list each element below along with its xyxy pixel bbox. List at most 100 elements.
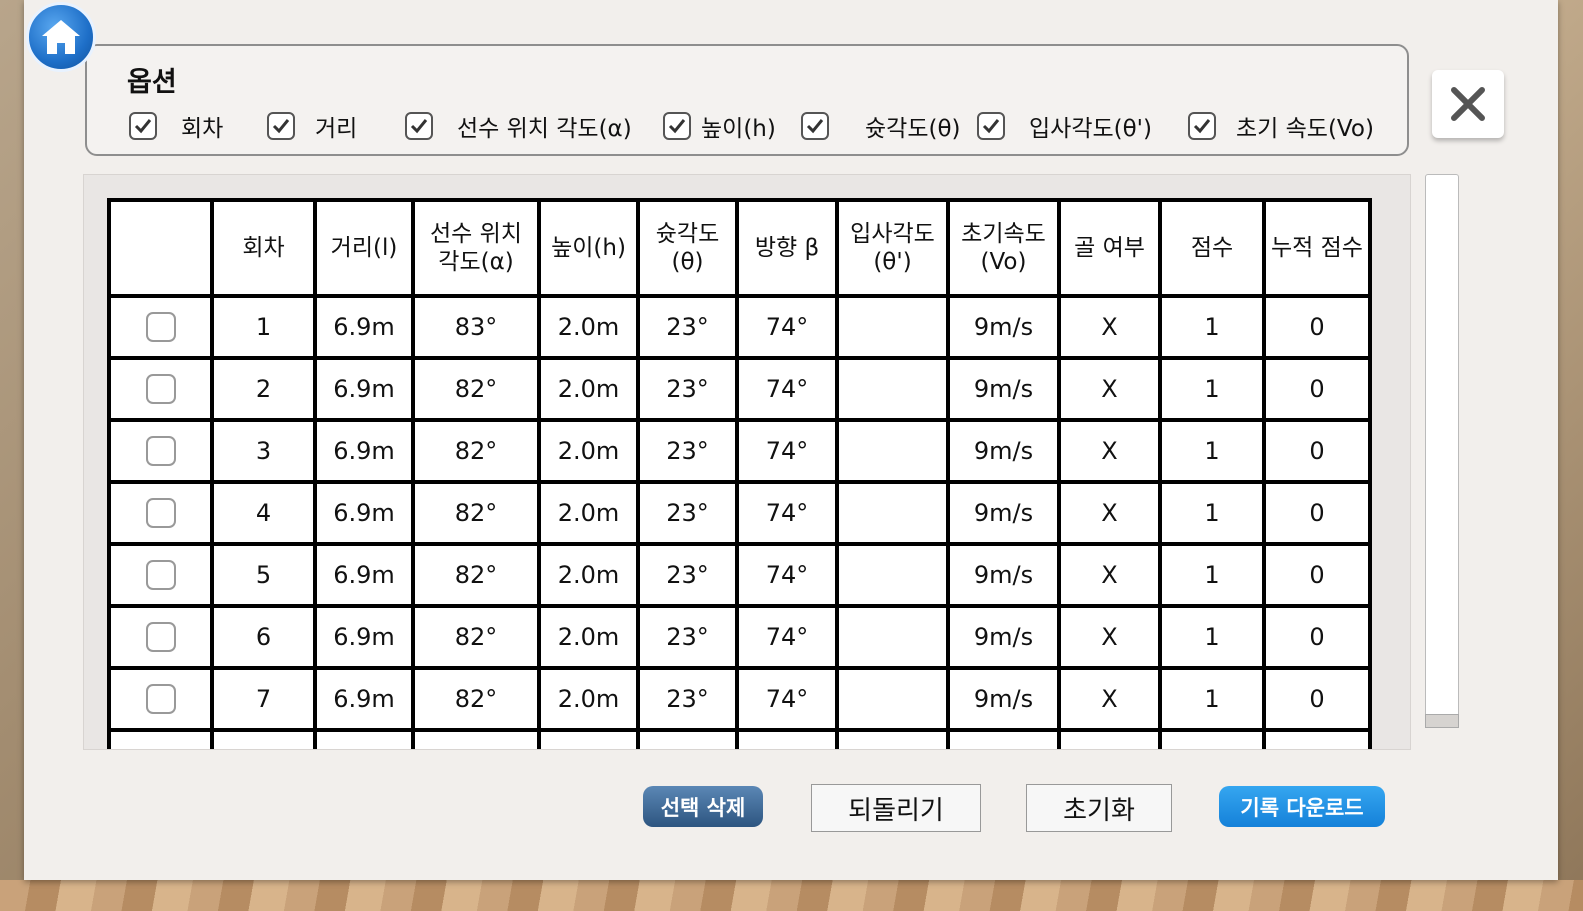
table-cell: 0 — [1262, 666, 1372, 732]
table-cell: 2.0m — [537, 418, 640, 484]
table-cell: 82° — [411, 418, 541, 484]
table-cell: 6.9m — [313, 480, 415, 546]
table-cell: 9m/s — [946, 418, 1061, 484]
table-cell: 74° — [735, 480, 839, 546]
option-distance-checkbox[interactable] — [267, 112, 295, 140]
table-cell — [107, 480, 214, 546]
option-shot-angle[interactable]: 슛각도(θ) — [839, 110, 961, 142]
check-icon — [410, 119, 428, 134]
home-button[interactable] — [26, 2, 96, 72]
table-cell: 0 — [1262, 604, 1372, 670]
row-select-checkbox[interactable] — [145, 436, 176, 466]
table-cell — [835, 356, 950, 422]
table-cell: 0 — [1262, 480, 1372, 546]
close-icon — [1451, 87, 1485, 121]
option-initial-speed[interactable]: 초기 속도(Vo) — [1188, 110, 1374, 142]
option-round[interactable]: 회차 — [129, 110, 223, 142]
table-row: 6 6.9m 82° 2.0m 23° 74° 9m/s X 1 0 — [107, 604, 1372, 670]
table-header-cell: 누적 점수 — [1262, 198, 1372, 298]
option-height[interactable]: 높이(h) — [663, 110, 776, 142]
table-cell: 23° — [636, 294, 739, 360]
option-round-checkbox[interactable] — [129, 112, 157, 140]
undo-button[interactable]: 되돌리기 — [811, 784, 981, 832]
table-cell: 23° — [636, 604, 739, 670]
table-row: 1 6.9m 83° 2.0m 23° 74° 9m/s X 1 0 — [107, 294, 1372, 360]
table-cell: 23° — [636, 356, 739, 422]
table-cell: 9m/s — [946, 480, 1061, 546]
option-shot-angle-label: 슛각도(θ) — [865, 116, 961, 142]
table-cell: X — [1057, 666, 1162, 732]
option-player-angle-label: 선수 위치 각도(α) — [457, 116, 632, 142]
table-cell: 9m/s — [946, 604, 1061, 670]
option-incidence-angle-checkbox[interactable] — [977, 112, 1005, 140]
delete-selected-button[interactable]: 선택 삭제 — [643, 786, 763, 827]
row-select-checkbox[interactable] — [145, 560, 176, 590]
table-cell: 82° — [411, 480, 541, 546]
table-cell: 82° — [411, 542, 541, 608]
table-cell: 9m/s — [946, 356, 1061, 422]
table-cell — [107, 294, 214, 360]
option-player-angle[interactable]: 선수 위치 각도(α) — [405, 110, 632, 142]
table-cell: 6.9m — [313, 356, 415, 422]
table-scrollbar[interactable] — [1425, 174, 1459, 728]
table-cell: 1 — [1158, 604, 1266, 670]
table-cell: 74° — [735, 356, 839, 422]
option-incidence-angle[interactable]: 입사각도(θ') — [977, 110, 1152, 142]
table-cell — [835, 418, 950, 484]
table-cell: X — [1057, 356, 1162, 422]
table-header-cell: 선수 위치 각도(α) — [411, 198, 541, 298]
table-row: 5 6.9m 82° 2.0m 23° 74° 9m/s X 1 0 — [107, 542, 1372, 608]
option-distance[interactable]: 거리 — [267, 110, 357, 142]
table-cell: 74° — [735, 418, 839, 484]
table-header-cell: 입사각도 (θ') — [835, 198, 950, 298]
download-records-button[interactable]: 기록 다운로드 — [1219, 786, 1385, 827]
table-cell: 2.0m — [537, 604, 640, 670]
reset-button[interactable]: 초기화 — [1026, 784, 1172, 832]
table-cell: 74° — [735, 604, 839, 670]
check-icon — [668, 119, 686, 134]
row-select-checkbox[interactable] — [145, 498, 176, 528]
table-cell — [313, 728, 415, 749]
table-header-row: 회차 거리(l) 선수 위치 각도(α) 높이(h) 슛각도 (θ) 방향 β 입사각도 (… — [107, 198, 1372, 298]
table-cell: 82° — [411, 666, 541, 732]
option-extra-checkbox[interactable] — [801, 112, 829, 140]
table-cell: 23° — [636, 418, 739, 484]
row-select-checkbox[interactable] — [145, 374, 176, 404]
table-cell — [1057, 728, 1162, 749]
table-cell: 5 — [210, 542, 317, 608]
option-height-checkbox[interactable] — [663, 112, 691, 140]
option-initial-speed-checkbox[interactable] — [1188, 112, 1216, 140]
row-select-checkbox[interactable] — [145, 684, 176, 714]
option-incidence-angle-label: 입사각도(θ') — [1029, 116, 1152, 142]
check-icon — [134, 119, 152, 134]
row-select-checkbox[interactable] — [145, 622, 176, 652]
table-cell — [210, 728, 317, 749]
table-header-cell: 방향 β — [735, 198, 839, 298]
table-cell — [636, 728, 739, 749]
table-cell: 2.0m — [537, 542, 640, 608]
record-table: 회차 거리(l) 선수 위치 각도(α) 높이(h) 슛각도 (θ) 방향 β 입사각도 (… — [107, 198, 1372, 749]
table-cell: 1 — [1158, 418, 1266, 484]
option-round-label: 회차 — [181, 116, 224, 142]
table-cell: 6.9m — [313, 604, 415, 670]
table-cell: 6.9m — [313, 294, 415, 360]
table-scrollbar-thumb[interactable] — [1425, 714, 1459, 728]
table-cell — [107, 604, 214, 670]
table-cell: 0 — [1262, 418, 1372, 484]
table-cell — [735, 728, 839, 749]
table-cell: 23° — [636, 666, 739, 732]
table-cell: 3 — [210, 418, 317, 484]
table-cell: 74° — [735, 294, 839, 360]
table-cell: 0 — [1262, 294, 1372, 360]
close-button[interactable] — [1432, 70, 1504, 138]
row-select-checkbox[interactable] — [145, 312, 176, 342]
table-cell: 23° — [636, 542, 739, 608]
table-cell — [107, 728, 214, 749]
table-cell: 74° — [735, 666, 839, 732]
table-cell — [411, 728, 541, 749]
option-player-angle-checkbox[interactable] — [405, 112, 433, 140]
table-cell: 4 — [210, 480, 317, 546]
table-header-cell: 점수 — [1158, 198, 1266, 298]
table-cell: 6.9m — [313, 418, 415, 484]
check-icon — [982, 119, 1000, 134]
